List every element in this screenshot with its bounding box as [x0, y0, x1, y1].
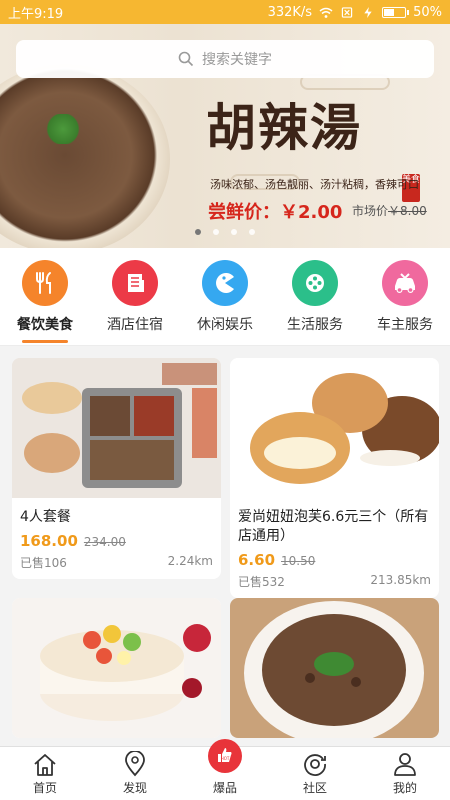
product-card[interactable] [12, 598, 221, 738]
community-icon [304, 754, 326, 776]
product-price: 168.00 [20, 532, 78, 550]
meta-row: 已售106 2.24km [20, 554, 213, 571]
product-card[interactable] [230, 598, 439, 738]
distance: 2.24km [167, 554, 213, 568]
banner-subtitle: 汤味浓郁、汤色靓丽、汤汁粘稠，香辣可口 [210, 178, 419, 191]
bottom-tab-bar: 首页 发现 HOT 爆品 社区 我的 [0, 739, 450, 800]
sim-off-icon [341, 6, 353, 18]
tab-mine[interactable]: 我的 [360, 747, 450, 800]
pacman-icon [202, 260, 248, 306]
hot-badge-text: HOT [221, 756, 230, 761]
banner-market-price: 市场价￥8.00 [352, 202, 427, 219]
meta-row: 已售532 213.85km [238, 573, 431, 590]
film-reel-icon [292, 260, 338, 306]
status-bar: 上午9:19 332K/s 50% [0, 0, 450, 24]
card-body: 4人套餐 168.00 234.00 已售106 2.24km [12, 498, 221, 579]
sold-count: 已售106 [20, 556, 67, 570]
hotpot-image [12, 358, 221, 498]
banner-title: 胡辣湯 [206, 98, 362, 157]
spicy-soup-image [230, 598, 439, 738]
battery-icon [382, 6, 410, 18]
tab-hot[interactable]: HOT 爆品 [180, 739, 270, 800]
hot-thumb-icon: HOT [208, 739, 242, 773]
search-bar[interactable]: 搜索关键字 [16, 40, 434, 78]
card-body: 爱尚妞妞泡芙6.6元三个（所有店通用） 6.60 10.50 已售532 213… [230, 498, 439, 598]
category-label: 休闲娱乐 [197, 317, 253, 333]
category-bar: 餐饮美食 酒店住宿 休闲娱乐 生活服务 车主服务 [0, 248, 450, 346]
hotel-building-icon [112, 260, 158, 306]
tab-home[interactable]: 首页 [0, 747, 90, 800]
product-title: 爱尚妞妞泡芙6.6元三个（所有店通用） [238, 509, 429, 544]
soup-bowl-image [0, 64, 170, 248]
fruit-cake-image [12, 598, 221, 738]
product-price: 6.60 [238, 551, 276, 569]
tab-community[interactable]: 社区 [270, 747, 360, 800]
tab-label: 我的 [392, 781, 417, 795]
tab-label: 爆品 [212, 781, 237, 795]
person-icon [394, 753, 416, 776]
distance: 213.85km [370, 573, 431, 587]
battery-percent: 50% [413, 4, 442, 20]
tab-label: 社区 [302, 781, 327, 795]
category-label: 酒店住宿 [107, 317, 163, 333]
carousel-dots [0, 229, 450, 235]
category-life-service[interactable]: 生活服务 [270, 248, 360, 345]
product-grid: 4人套餐 168.00 234.00 已售106 2.24km 爱尚妞妞泡芙6.… [0, 346, 450, 746]
product-title: 4人套餐 [20, 509, 71, 525]
category-label: 餐饮美食 [17, 317, 73, 333]
fork-spoon-icon [22, 260, 68, 306]
carousel-dot[interactable] [213, 229, 219, 235]
active-underline [22, 340, 68, 343]
search-icon [178, 51, 194, 67]
home-icon [34, 754, 56, 776]
category-label: 车主服务 [377, 317, 433, 333]
carousel-dot[interactable] [195, 229, 201, 235]
wifi-icon [319, 7, 333, 18]
banner-price: 尝鲜价：￥2.00 [208, 202, 343, 223]
category-car-service[interactable]: 车主服务 [360, 248, 450, 345]
category-hotel[interactable]: 酒店住宿 [90, 248, 180, 345]
search-placeholder: 搜索关键字 [202, 52, 272, 68]
status-time: 上午9:19 [8, 6, 64, 22]
tab-discover[interactable]: 发现 [90, 747, 180, 800]
product-old-price: 234.00 [83, 535, 126, 549]
category-leisure[interactable]: 休闲娱乐 [180, 248, 270, 345]
sold-count: 已售532 [238, 575, 285, 589]
market-price-value: ￥8.00 [388, 204, 427, 218]
product-card[interactable]: 4人套餐 168.00 234.00 已售106 2.24km [12, 358, 221, 579]
charging-icon [364, 6, 372, 18]
price-row: 6.60 10.50 [238, 551, 431, 569]
car-wrench-icon [382, 260, 428, 306]
carousel-dot[interactable] [231, 229, 237, 235]
market-price-label: 市场价 [352, 204, 389, 218]
category-food[interactable]: 餐饮美食 [0, 248, 90, 345]
cream-puff-image [230, 358, 439, 498]
status-right: 332K/s 50% [268, 5, 442, 20]
product-old-price: 10.50 [281, 554, 316, 568]
category-label: 生活服务 [287, 317, 343, 333]
tab-label: 首页 [32, 781, 57, 795]
location-pin-icon [125, 751, 145, 777]
price-row: 168.00 234.00 [20, 532, 213, 550]
tab-label: 发现 [122, 781, 147, 795]
carousel-dot[interactable] [249, 229, 255, 235]
network-speed: 332K/s [267, 4, 313, 20]
product-card[interactable]: 爱尚妞妞泡芙6.6元三个（所有店通用） 6.60 10.50 已售532 213… [230, 358, 439, 598]
